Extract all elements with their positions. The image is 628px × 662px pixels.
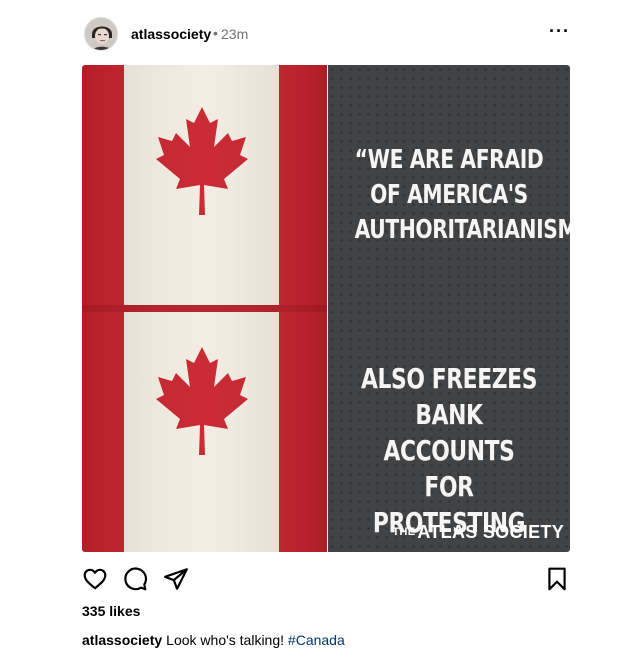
caption-text: Look who's talking! <box>166 632 285 648</box>
brand-the: THE <box>392 526 416 538</box>
post-image[interactable]: “WE ARE AFRAID OF AMERICA'S AUTHORITARIA… <box>82 65 570 552</box>
canada-flags-panel <box>82 65 327 552</box>
text-panel: “WE ARE AFRAID OF AMERICA'S AUTHORITARIA… <box>328 65 570 552</box>
image-quote-text: “WE ARE AFRAID OF AMERICA'S AUTHORITARIA… <box>354 145 570 245</box>
separator-dot: • <box>213 25 218 41</box>
atlas-society-logo: THE ATLAS SOCIETY <box>393 522 564 543</box>
image-rebuttal-text: ALSO FREEZES BANK ACCOUNTS FOR PROTESTIN… <box>360 362 538 539</box>
avatar[interactable] <box>84 17 118 51</box>
share-icon[interactable] <box>163 566 189 592</box>
brand-name: ATLAS SOCIETY <box>417 522 564 542</box>
post-username[interactable]: atlassociety <box>131 26 211 42</box>
avatar-portrait-icon <box>85 18 117 50</box>
caption-username[interactable]: atlassociety <box>82 632 162 648</box>
post-actions <box>82 566 570 592</box>
comment-icon[interactable] <box>122 566 148 592</box>
canada-flag-icon <box>82 65 327 552</box>
post-timestamp[interactable]: 23m <box>221 26 248 42</box>
caption-hashtag[interactable]: #Canada <box>288 632 345 648</box>
bookmark-icon[interactable] <box>544 566 570 592</box>
likes-count[interactable]: 335 likes <box>82 603 140 619</box>
post-caption: atlassociety Look who's talking! #Canada <box>82 632 345 648</box>
more-options-icon[interactable]: ··· <box>549 21 570 42</box>
heart-icon[interactable] <box>82 566 108 592</box>
post-header: atlassociety • 23m ··· <box>84 17 570 53</box>
